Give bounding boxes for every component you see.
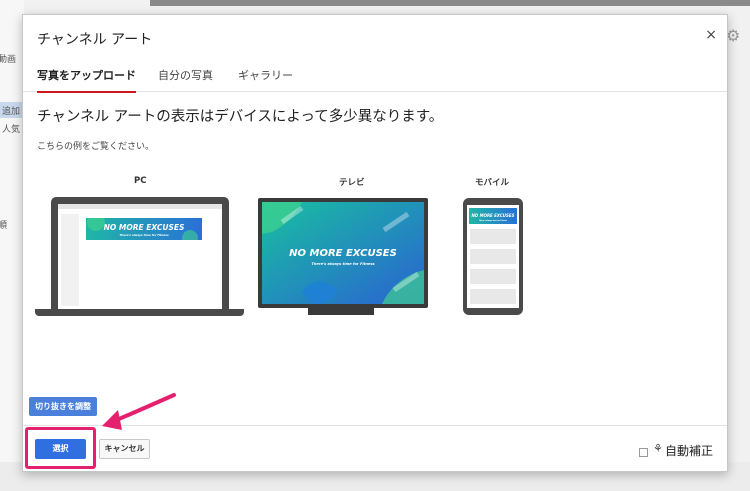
- laptop-browser-bar: [58, 204, 222, 209]
- phone-content-row: [470, 229, 516, 244]
- phone-content-row: [470, 249, 516, 264]
- phone-banner-title: NO MORE EXCUSES: [471, 213, 514, 218]
- footer-divider: [23, 425, 727, 426]
- dialog-tabs: 写真をアップロード 自分の写真 ギャラリー: [23, 61, 727, 93]
- tv-stand: [308, 308, 374, 315]
- tv-banner-title: NO MORE EXCUSES: [289, 248, 397, 259]
- background-sidebar: 動画 追加 人気 順: [0, 0, 24, 491]
- laptop-screen-content: NO MORE EXCUSES There's always time for …: [58, 204, 222, 309]
- tab-upload-photo[interactable]: 写真をアップロード: [37, 67, 136, 93]
- tv-banner-subtitle: There's always time for Fitness: [311, 262, 375, 266]
- phone-content-row: [470, 269, 516, 284]
- phone-screen-content: NO MORE EXCUSES There's always time for …: [467, 205, 519, 308]
- laptop-base: [35, 309, 244, 316]
- magic-wand-icon: ⚘: [653, 442, 663, 455]
- dialog-subtext: こちらの例をご覧ください。: [37, 142, 155, 152]
- laptop-preview: NO MORE EXCUSES There's always time for …: [51, 197, 229, 309]
- tab-my-photos[interactable]: 自分の写真: [158, 67, 213, 83]
- device-label-pc: PC: [134, 176, 147, 186]
- auto-fix-checkbox[interactable]: [639, 448, 648, 457]
- laptop-sidebar: [61, 214, 79, 306]
- background-top-strip: [150, 0, 750, 6]
- device-label-tv: テレビ: [339, 178, 365, 188]
- auto-fix-label: 自動補正: [665, 444, 714, 458]
- cancel-button[interactable]: キャンセル: [99, 439, 150, 459]
- adjust-crop-button[interactable]: 切り抜きを調整: [29, 397, 97, 416]
- dialog-headline: チャンネル アートの表示はデバイスによって多少異なります。: [37, 109, 444, 125]
- close-icon[interactable]: ×: [705, 27, 717, 43]
- background-sidebar-item: 動画: [0, 55, 17, 65]
- laptop-banner-image: NO MORE EXCUSES There's always time for …: [86, 218, 202, 240]
- select-button[interactable]: 選択: [35, 439, 86, 459]
- laptop-banner-title: NO MORE EXCUSES: [104, 223, 185, 232]
- tab-gallery[interactable]: ギャラリー: [238, 67, 293, 83]
- gear-icon: ⚙: [726, 26, 741, 45]
- phone-preview: NO MORE EXCUSES There's always time for …: [463, 198, 523, 315]
- device-label-mobile: モバイル: [475, 178, 510, 188]
- background-sidebar-item: 人気: [2, 125, 21, 135]
- channel-art-dialog: チャンネル アート × 写真をアップロード 自分の写真 ギャラリー チャンネル …: [22, 14, 728, 472]
- phone-banner-image: NO MORE EXCUSES There's always time for …: [469, 208, 517, 224]
- tv-preview: NO MORE EXCUSES There's always time for …: [258, 198, 428, 308]
- tv-banner-image: NO MORE EXCUSES There's always time for …: [262, 202, 424, 304]
- background-sidebar-item: 順: [0, 221, 8, 231]
- background-sidebar-item: 追加: [2, 107, 21, 117]
- dialog-title: チャンネル アート: [37, 32, 153, 48]
- laptop-banner-subtitle: There's always time for Fitness: [119, 233, 169, 237]
- phone-content-row: [470, 289, 516, 304]
